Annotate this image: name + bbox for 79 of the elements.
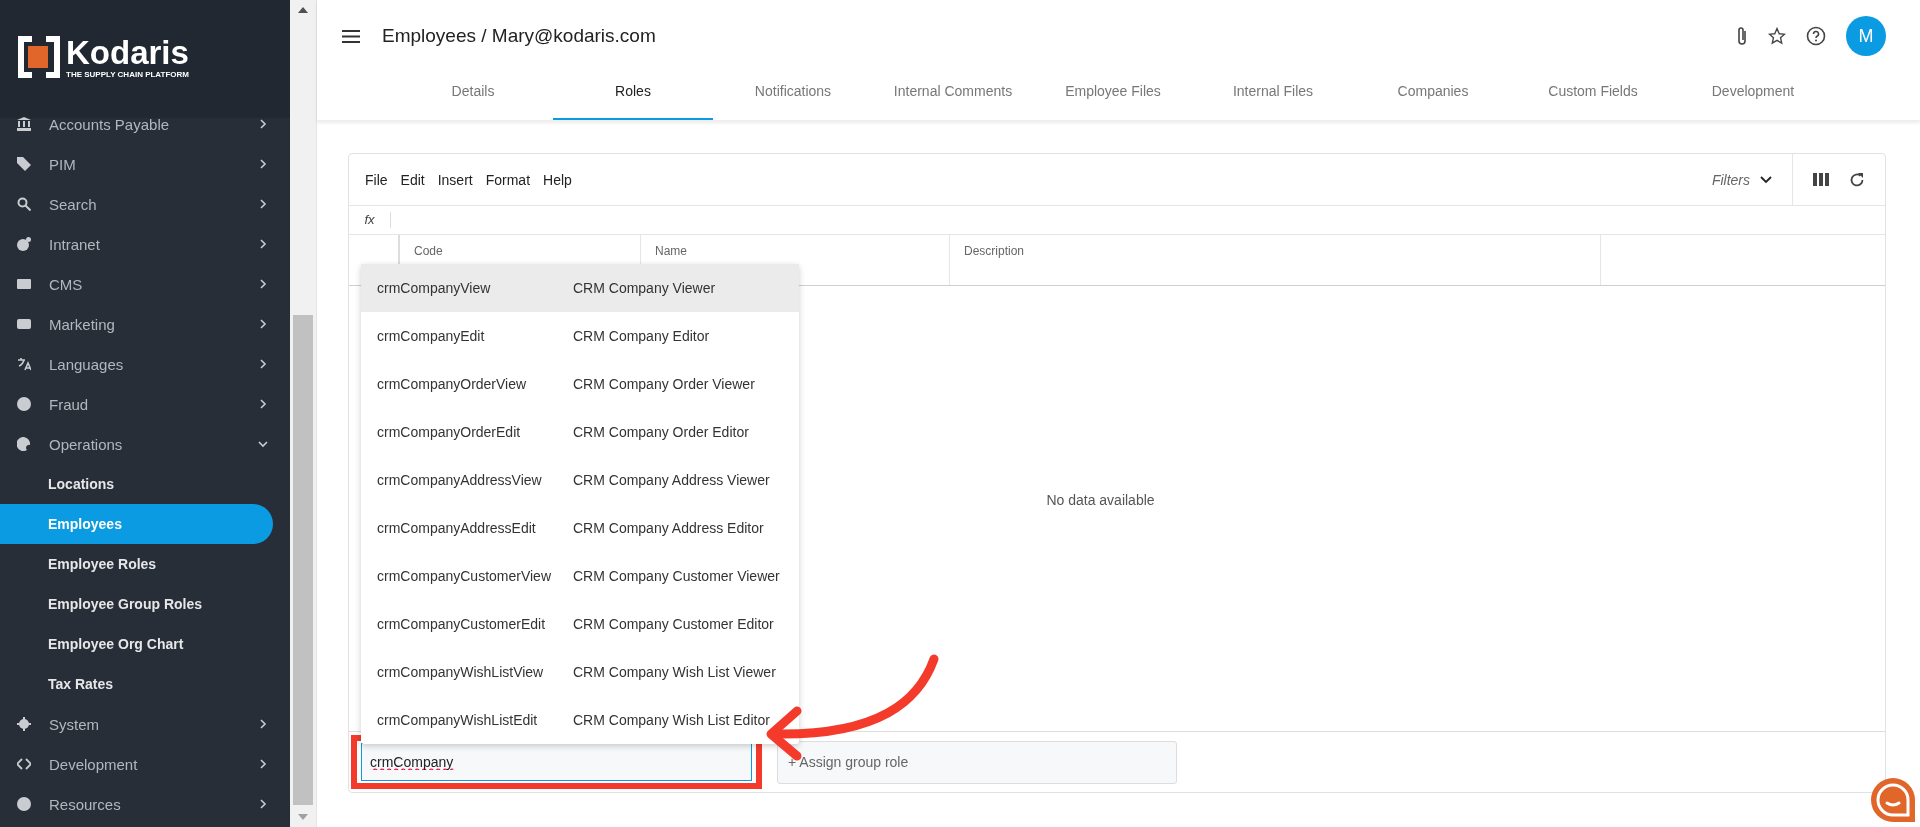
formula-label: fx bbox=[349, 212, 391, 228]
suggestion-item[interactable]: crmCompanyView CRM Company Viewer bbox=[361, 264, 799, 312]
chevron-icon bbox=[258, 399, 268, 409]
filters-dropdown[interactable]: Filters bbox=[1711, 171, 1772, 188]
code-icon bbox=[17, 757, 31, 771]
sidebar-subitem[interactable]: Employee Org Chart bbox=[0, 624, 273, 664]
sidebar-item[interactable]: Intranet bbox=[0, 224, 290, 264]
chevron-icon bbox=[258, 199, 268, 209]
suggestion-item[interactable]: crmCompanyCustomerEdit CRM Company Customer Editor bbox=[361, 600, 799, 648]
logo-wordmark: Kodaris bbox=[66, 36, 189, 70]
sidebar-item[interactable]: Marketing bbox=[0, 304, 290, 344]
tab[interactable]: Details bbox=[393, 72, 553, 120]
chevron-down-icon bbox=[1760, 175, 1772, 184]
language-icon bbox=[17, 357, 31, 371]
tab[interactable]: Internal Files bbox=[1193, 72, 1353, 120]
chevron-icon bbox=[258, 279, 268, 289]
logo-tagline: THE SUPPLY CHAIN PLATFORM bbox=[66, 70, 189, 79]
role-input-field[interactable]: crmCompany bbox=[361, 743, 752, 781]
sidebar-item[interactable]: PIM bbox=[0, 144, 290, 184]
chevron-icon bbox=[258, 719, 268, 729]
empty-message: No data available bbox=[1046, 491, 1155, 508]
column-header[interactable]: Description bbox=[950, 235, 1601, 285]
chevron-icon bbox=[258, 799, 268, 809]
sidebar-subitem[interactable]: Tax Rates bbox=[0, 664, 273, 704]
refresh-icon[interactable] bbox=[1849, 171, 1865, 188]
scroll-up-icon[interactable] bbox=[298, 7, 308, 13]
suggestion-item[interactable]: crmCompanyWishListView CRM Company Wish List Viewer bbox=[361, 648, 799, 696]
suggestion-item[interactable]: crmCompanyEdit CRM Company Editor bbox=[361, 312, 799, 360]
star-icon[interactable] bbox=[1768, 27, 1786, 45]
menu-icon[interactable] bbox=[342, 29, 360, 43]
suggestion-item[interactable]: crmCompanyCustomerView CRM Company Customer Viewer bbox=[361, 552, 799, 600]
sidebar-item[interactable]: System bbox=[0, 704, 290, 744]
suggestion-item[interactable]: crmCompanyAddressView CRM Company Address Viewer bbox=[361, 456, 799, 504]
tab[interactable]: Notifications bbox=[713, 72, 873, 120]
sidebar-item[interactable]: Fraud bbox=[0, 384, 290, 424]
chevron-icon bbox=[258, 439, 268, 449]
chevron-icon bbox=[258, 319, 268, 329]
chevron-icon bbox=[258, 119, 268, 129]
tab[interactable]: Employee Files bbox=[1033, 72, 1193, 120]
tab[interactable]: Internal Comments bbox=[873, 72, 1033, 120]
card-icon bbox=[17, 277, 31, 291]
assign-group-role-field[interactable]: + Assign group role bbox=[777, 740, 1177, 784]
menu-item[interactable]: File bbox=[365, 171, 388, 188]
sidebar-item[interactable]: CMS bbox=[0, 264, 290, 304]
chevron-icon bbox=[258, 359, 268, 369]
sidebar-item[interactable]: Development bbox=[0, 744, 290, 784]
sidebar-subitem[interactable]: Employee Group Roles bbox=[0, 584, 273, 624]
chevron-icon bbox=[258, 159, 268, 169]
bank-icon bbox=[17, 117, 31, 131]
tab[interactable]: Custom Fields bbox=[1513, 72, 1673, 120]
scrollbar[interactable] bbox=[290, 0, 317, 827]
tag-icon bbox=[17, 157, 31, 171]
columns-icon[interactable] bbox=[1813, 173, 1829, 186]
tab[interactable]: Companies bbox=[1353, 72, 1513, 120]
chevron-icon bbox=[258, 239, 268, 249]
menu-item[interactable]: Help bbox=[543, 171, 572, 188]
sidebar-subitem[interactable]: Locations bbox=[0, 464, 273, 504]
paperclip-icon[interactable] bbox=[1736, 26, 1748, 46]
suggestion-item[interactable]: crmCompanyAddressEdit CRM Company Address Editor bbox=[361, 504, 799, 552]
palette-icon bbox=[17, 437, 31, 451]
sidebar-item[interactable]: Search bbox=[0, 184, 290, 224]
logo-mark-icon bbox=[18, 36, 60, 78]
sidebar-item[interactable]: Accounts Payable bbox=[0, 104, 290, 144]
suggestion-item[interactable]: crmCompanyOrderView CRM Company Order Viewer bbox=[361, 360, 799, 408]
chat-bubble-icon[interactable] bbox=[1871, 778, 1915, 822]
suggestion-item[interactable]: crmCompanyOrderEdit CRM Company Order Editor bbox=[361, 408, 799, 456]
sidebar-item[interactable]: Operations bbox=[0, 424, 290, 464]
menu-item[interactable]: Edit bbox=[400, 171, 425, 188]
scrollbar-thumb[interactable] bbox=[293, 315, 313, 805]
menu-item[interactable]: Insert bbox=[437, 171, 473, 188]
page-title: Employees / Mary@kodaris.com bbox=[382, 25, 656, 47]
tab[interactable]: Development bbox=[1673, 72, 1833, 120]
search-icon bbox=[17, 197, 31, 211]
sidebar-item[interactable]: Languages bbox=[0, 344, 290, 384]
menu-item[interactable]: Format bbox=[485, 171, 531, 188]
chevron-icon bbox=[258, 759, 268, 769]
tab[interactable]: Roles bbox=[553, 72, 713, 120]
sidebar-item[interactable]: Resources bbox=[0, 784, 290, 824]
sidebar-subitem[interactable]: Employee Roles bbox=[0, 544, 273, 584]
